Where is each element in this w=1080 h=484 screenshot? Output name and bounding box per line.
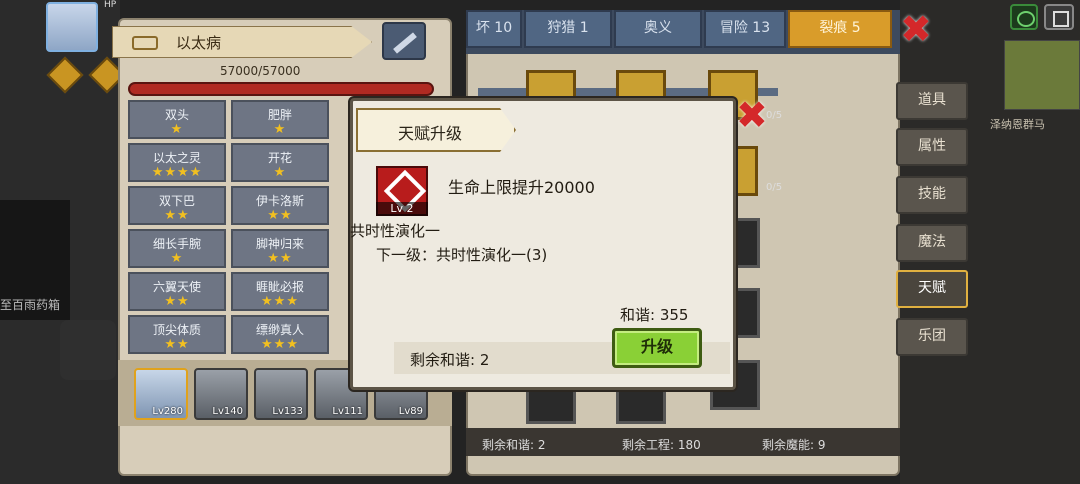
harmony-cost: 和谐: 355 [620,306,689,324]
talent-name: 六翼天使 [152,280,201,294]
character-level: Lv140 [212,406,243,417]
talent-name: 脚神归来 [255,237,304,251]
talent-name: 双下巴 [158,194,195,208]
side-menu-item[interactable]: 魔法 [896,224,968,262]
character-slot[interactable]: Lv280 [134,368,188,420]
scroll-icon [128,30,164,52]
talent-cell[interactable]: 开花 ★ [231,143,329,182]
side-menu-item[interactable]: 乐团 [896,318,968,356]
player-avatar[interactable] [46,2,98,52]
character-level: Lv280 [152,406,183,417]
dialog-close-icon[interactable]: ✖ [736,96,768,134]
talent-cell[interactable]: 伊卡洛斯 ★★ [231,186,329,225]
talent-name: 以太之灵 [152,151,201,165]
remaining-harmony: 剩余和谐: 2 [482,438,546,452]
talent-cell[interactable]: 以太之灵 ★★★★ [128,143,226,182]
star-icons: ★★★★ [151,165,203,180]
side-menu-item[interactable]: 技能 [896,176,968,214]
star-icons: ★★ [164,294,190,309]
talent-cell[interactable]: 睚眦必报 ★★★ [231,272,329,311]
talent-name: 双头 [164,108,189,122]
talent-cell[interactable]: 细长手腕 ★ [128,229,226,268]
star-icons: ★ [170,122,184,137]
map-label: 泽纳恩群马 [990,118,1045,131]
edit-button[interactable] [382,22,426,60]
character-slot[interactable]: Lv133 [254,368,308,420]
talent-name: 细长手腕 [152,237,201,251]
talent-name: 睚眦必报 [255,280,304,294]
talent-name: 缥缈真人 [255,323,304,337]
exit-icon[interactable] [1044,4,1074,30]
talent-description: 生命上限提升20000 [448,178,595,197]
side-menu-item[interactable]: 道具 [896,82,968,120]
node-count: 0/5 [766,110,783,121]
star-icons: ★ [170,251,184,266]
tab[interactable]: 裂痕 5 [788,10,892,48]
character-level: Lv111 [332,406,363,417]
upgrade-button[interactable]: 升级 [612,328,702,368]
minimap[interactable] [1004,40,1080,110]
star-icons: ★ [273,122,287,137]
talent-cell[interactable]: 缥缈真人 ★★★ [231,315,329,354]
star-icons: ★★ [267,251,293,266]
close-icon[interactable]: ✖ [900,10,932,48]
network-icon[interactable] [1010,4,1038,30]
talent-level: Lv 2 [376,202,428,216]
talent-cell[interactable]: 脚神归来 ★★ [231,229,329,268]
star-icons: ★★★ [261,294,299,309]
tab[interactable]: 坏 10 [466,10,522,48]
talent-name: 顶尖体质 [152,323,201,337]
star-icons: ★★ [267,208,293,223]
side-menu-item[interactable]: 天赋 [896,270,968,308]
dialog-title: 天赋升级 [398,124,463,143]
hp-bar [128,82,434,96]
tab[interactable]: 狩猎 1 [524,10,612,48]
talent-cell[interactable]: 六翼天使 ★★ [128,272,226,311]
hp-tag: HP [104,0,117,10]
talent-name: 肥胖 [267,108,292,122]
remaining-engineering: 剩余工程: 180 [622,438,701,452]
talent-cell[interactable]: 顶尖体质 ★★ [128,315,226,354]
character-level: Lv89 [398,406,423,417]
left-nav-arrow[interactable] [60,320,116,380]
star-icons: ★★ [164,208,190,223]
talent-name: 共时性演化一 [350,222,441,240]
talent-cell[interactable]: 双下巴 ★★ [128,186,226,225]
character-level: Lv133 [272,406,303,417]
panel-title: 以太病 [176,34,222,52]
talent-cell[interactable]: 双头 ★ [128,100,226,139]
talent-name: 伊卡洛斯 [255,194,304,208]
star-icons: ★★★ [261,337,299,352]
node-count: 0/5 [766,182,783,193]
character-slot[interactable]: Lv140 [194,368,248,420]
star-icons: ★ [273,165,287,180]
remaining-harmony-dialog: 剩余和谐: 2 [410,351,490,369]
tab[interactable]: 冒险 13 [704,10,786,48]
next-level-info: 下一级：共时性演化一(3) [376,246,548,264]
talent-cell[interactable]: 肥胖 ★ [231,100,329,139]
talent-name: 开花 [267,151,292,165]
star-icons: ★★ [164,337,190,352]
side-menu-item[interactable]: 属性 [896,128,968,166]
tab[interactable]: 奥义 [614,10,702,48]
remaining-magic: 剩余魔能: 9 [762,438,826,452]
hp-label: 57000/57000 [220,64,301,78]
side-label: 至百雨药箱 [0,298,61,312]
